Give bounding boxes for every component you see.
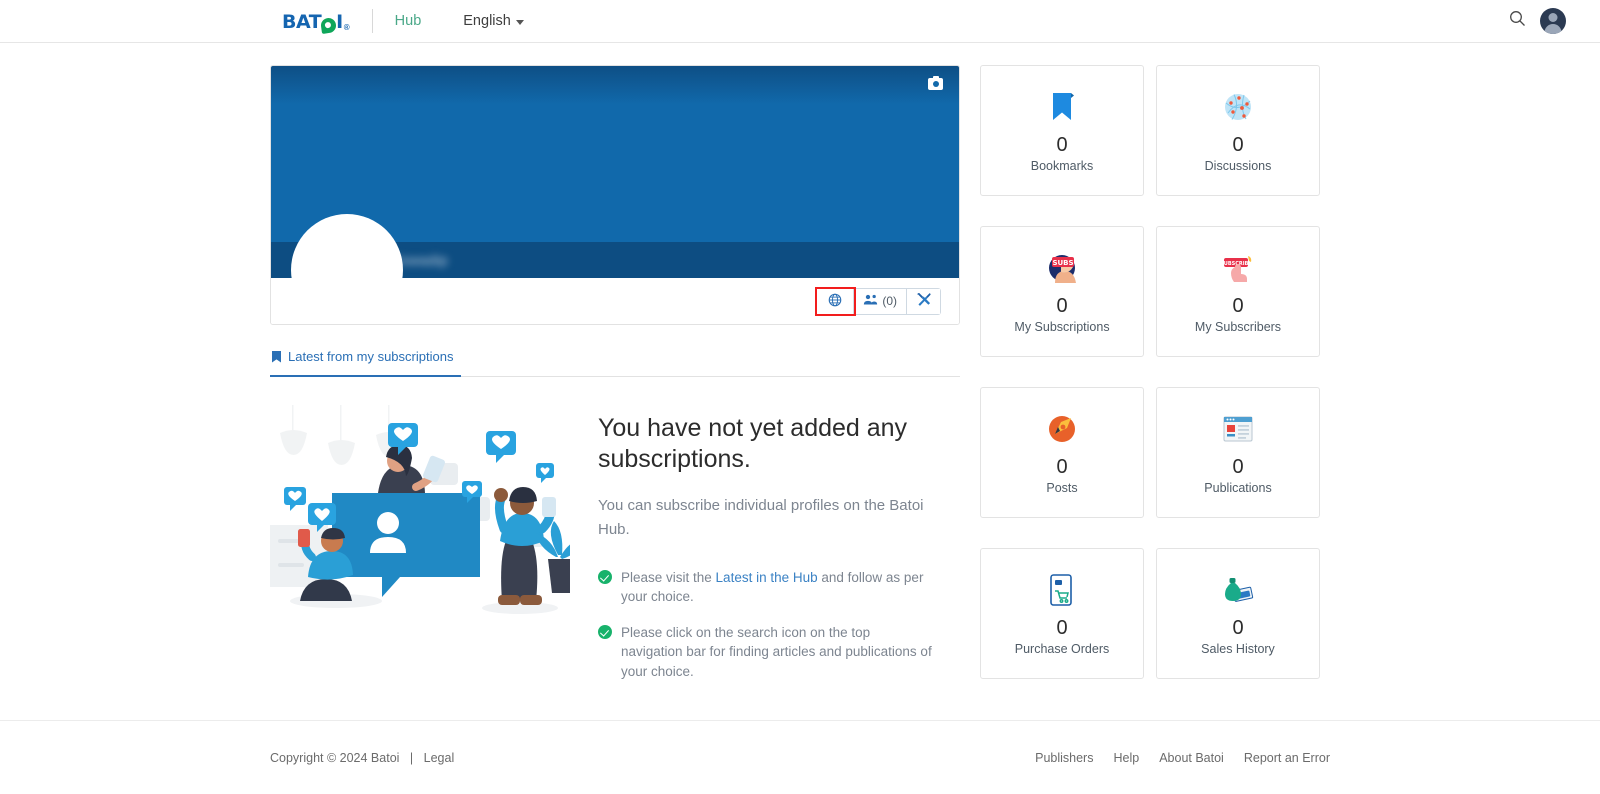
batoi-logo[interactable]: BAT I ® [282, 10, 350, 34]
content-tabs: Latest from my subscriptions [270, 349, 960, 377]
hint-text: Please click on the search icon on the t… [621, 624, 932, 679]
chevron-down-icon [515, 19, 524, 25]
purchase-orders-icon [1044, 572, 1080, 608]
settings-tools-button[interactable] [907, 288, 940, 314]
stat-card-bookmarks[interactable]: 0 Bookmarks [980, 65, 1144, 196]
footer-links: Publishers Help About Batoi Report an Er… [1035, 751, 1330, 765]
stat-value: 0 [1232, 133, 1244, 156]
footer-link-legal[interactable]: Legal [424, 751, 455, 765]
sales-history-moneybag-icon [1220, 572, 1256, 608]
top-navigation-bar: BAT I ® Hub English [0, 0, 1600, 43]
footer-link-publishers[interactable]: Publishers [1035, 751, 1093, 765]
stat-card-sales-history[interactable]: 0 Sales History [1156, 548, 1320, 680]
stat-label: Purchase Orders [1014, 641, 1110, 656]
stat-card-discussions[interactable]: 0 Discussions [1156, 65, 1320, 196]
tab-label: Latest from my subscriptions [288, 349, 454, 364]
stat-value: 0 [1056, 294, 1068, 317]
stat-label: Discussions [1204, 158, 1272, 173]
search-icon[interactable] [1509, 10, 1526, 32]
hint-before: Please visit the [621, 569, 716, 585]
latest-in-the-hub-link[interactable]: Latest in the Hub [716, 570, 818, 585]
followers-button[interactable]: (0) [854, 288, 907, 314]
footer-copyright-group: Copyright © 2024 Batoi | Legal [270, 751, 454, 765]
footer-separator: | [409, 750, 414, 765]
stats-grid: 0 Bookmarks 0 Discussions SUBS 0 My Subs… [980, 65, 1320, 697]
people-icon [863, 293, 878, 309]
stat-value: 0 [1056, 616, 1068, 639]
logo-text-bat: BAT [282, 11, 322, 33]
stat-card-purchase-orders[interactable]: 0 Purchase Orders [980, 548, 1144, 680]
subscriptions-icon: SUBS [1044, 250, 1080, 286]
discussions-network-icon [1220, 89, 1256, 125]
stat-value: 0 [1232, 294, 1244, 317]
tools-icon [916, 292, 931, 310]
empty-state-heading: You have not yet added any subscriptions… [598, 414, 908, 474]
check-circle-icon [598, 569, 612, 584]
logo-registered-mark: ® [343, 23, 350, 32]
stat-card-my-subscribers[interactable]: SUBSCRIBE 0 My Subscribers [1156, 226, 1320, 358]
page-footer: Copyright © 2024 Batoi | Legal Publisher… [0, 720, 1600, 794]
hint-text: Please visit the Latest in the Hub and f… [621, 568, 933, 607]
stat-card-my-subscriptions[interactable]: SUBS 0 My Subscriptions [980, 226, 1144, 358]
stat-label: My Subscriptions [1014, 319, 1110, 334]
stat-value: 0 [1232, 455, 1244, 478]
hint-item: Please click on the search icon on the t… [598, 623, 933, 682]
hint-item: Please visit the Latest in the Hub and f… [598, 568, 933, 607]
publications-window-icon [1220, 411, 1256, 447]
profile-action-button-group: (0) [815, 286, 941, 316]
bookmark-icon [272, 350, 281, 363]
logo-leaf-icon [320, 17, 338, 34]
nav-item-hub[interactable]: Hub [395, 13, 422, 29]
globe-visibility-button[interactable] [815, 286, 857, 316]
stat-label: Publications [1204, 480, 1272, 495]
stat-value: 0 [1232, 616, 1244, 639]
empty-state-text: You have not yet added any subscriptions… [598, 405, 960, 697]
nav-left-group: BAT I ® Hub English [282, 9, 524, 34]
footer-link-about-batoi[interactable]: About Batoi [1159, 751, 1224, 765]
subscribers-icon: SUBSCRIBE [1220, 250, 1256, 286]
stat-label: Sales History [1201, 641, 1275, 656]
bookmark-icon [1044, 89, 1080, 125]
check-circle-icon [598, 624, 612, 639]
nav-divider [371, 9, 373, 33]
logo-text-i: I [336, 11, 343, 33]
social-media-subscriptions-illustration [270, 405, 584, 620]
footer-inner: Copyright © 2024 Batoi | Legal Publisher… [270, 751, 1330, 765]
page-content: Biswadip (0) Latest from my subscription… [270, 43, 1330, 697]
followers-count: (0) [882, 294, 897, 308]
tab-latest-from-my-subscriptions[interactable]: Latest from my subscriptions [270, 349, 462, 377]
stat-value: 0 [1056, 455, 1068, 478]
camera-icon[interactable] [928, 76, 943, 90]
avatar[interactable] [1540, 8, 1566, 34]
nav-right-group [1509, 8, 1576, 34]
svg-text:SUBS: SUBS [1052, 259, 1073, 267]
footer-copyright: Copyright © 2024 Batoi [270, 750, 400, 765]
globe-icon [828, 293, 842, 310]
empty-state-paragraph: You can subscribe individual profiles on… [598, 496, 924, 538]
profile-avatar[interactable] [291, 214, 403, 324]
main-column: Biswadip (0) Latest from my subscription… [270, 65, 960, 697]
language-selector[interactable]: English [463, 13, 524, 29]
stat-card-posts[interactable]: 0 Posts [980, 387, 1144, 519]
empty-state: You have not yet added any subscriptions… [270, 377, 960, 697]
stat-label: My Subscribers [1194, 319, 1282, 334]
profile-card: Biswadip (0) [270, 65, 960, 325]
stat-value: 0 [1056, 133, 1068, 156]
language-selector-label: English [463, 13, 511, 29]
footer-link-report-an-error[interactable]: Report an Error [1244, 751, 1330, 765]
stat-label: Posts [1046, 480, 1078, 495]
stat-card-publications[interactable]: 0 Publications [1156, 387, 1320, 519]
stat-label: Bookmarks [1030, 158, 1094, 173]
footer-link-help[interactable]: Help [1113, 751, 1139, 765]
posts-pen-icon [1044, 411, 1080, 447]
